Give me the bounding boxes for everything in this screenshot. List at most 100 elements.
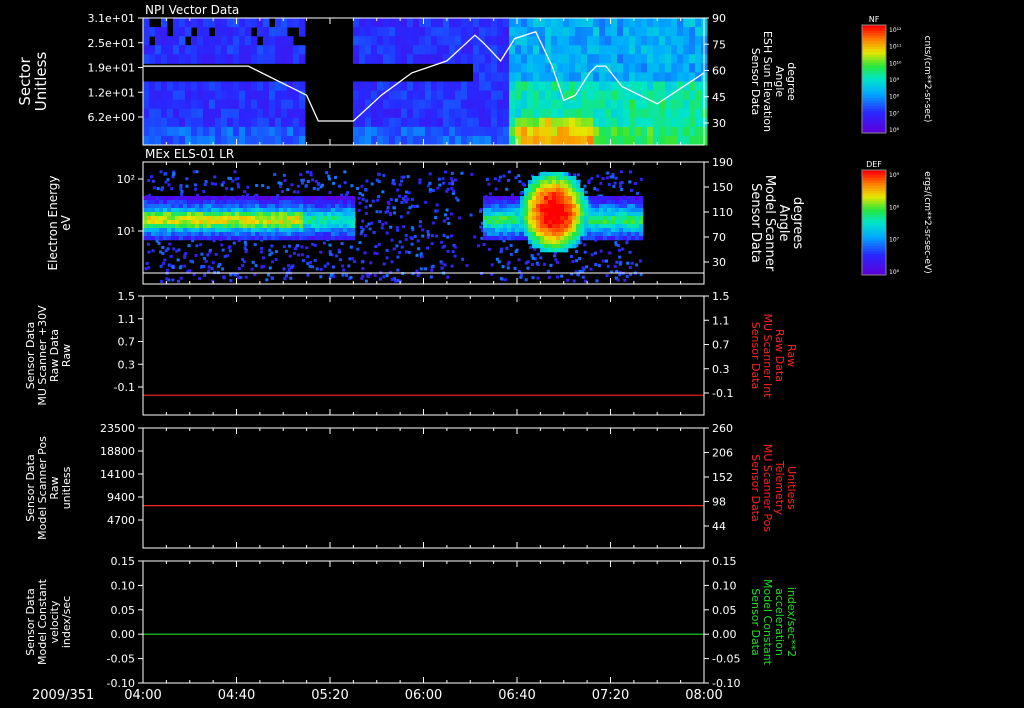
heatmap-cell	[269, 126, 276, 137]
heatmap-cell	[381, 222, 385, 226]
heatmap-cell	[322, 241, 326, 245]
heatmap-cell	[635, 204, 640, 209]
heatmap-cell	[179, 117, 186, 128]
heatmap-cell	[618, 255, 622, 259]
heatmap-cell	[443, 45, 450, 55]
heatmap-cell	[507, 196, 512, 201]
heatmap-cell	[179, 45, 186, 55]
heatmap-cell	[507, 224, 512, 229]
heatmap-cell	[653, 99, 660, 110]
heatmap-cell	[560, 180, 565, 185]
heatmap-cell	[351, 200, 356, 205]
heatmap-cell	[149, 175, 153, 179]
heatmap-cell	[587, 27, 594, 37]
heatmap-cell	[511, 228, 516, 233]
heatmap-cell	[568, 244, 573, 249]
heatmap-cell	[197, 90, 204, 101]
heatmap-cell	[605, 36, 612, 46]
heatmap-cell	[461, 99, 468, 110]
heatmap-cell	[540, 216, 545, 221]
heatmap-cell	[479, 63, 486, 73]
heatmap-cell	[689, 18, 696, 28]
panel-npi-plot-area	[143, 18, 708, 146]
heatmap-cell	[245, 18, 252, 28]
heatmap-cell	[208, 248, 212, 252]
heatmap-cell	[243, 196, 248, 201]
heatmap-cell	[677, 90, 684, 101]
heatmap-cell	[495, 228, 500, 233]
heatmap-cell	[619, 200, 624, 205]
heatmap-cell	[536, 196, 541, 201]
heatmap-cell	[520, 216, 525, 221]
heatmap-cell	[191, 216, 196, 221]
heatmap-cell	[449, 18, 456, 28]
heatmap-cell	[540, 236, 545, 241]
heatmap-cell	[572, 176, 577, 181]
heatmap-cell	[283, 204, 288, 209]
heatmap-cell	[491, 72, 498, 82]
heatmap-cell	[291, 236, 296, 241]
heatmap-cell	[389, 126, 396, 137]
heatmap-cell	[437, 117, 444, 128]
heatmap-cell	[635, 216, 640, 221]
heatmap-cell	[653, 90, 660, 101]
heatmap-cell	[191, 90, 198, 101]
heatmap-cell	[283, 208, 288, 213]
heatmap-cell	[151, 236, 156, 241]
heatmap-cell	[291, 224, 296, 229]
heatmap-cell	[536, 232, 541, 237]
heatmap-cell	[509, 244, 513, 248]
heatmap-cell	[607, 212, 612, 217]
heatmap-cell	[275, 212, 280, 217]
heatmap-cell	[527, 18, 534, 28]
heatmap-cell	[509, 108, 516, 119]
heatmap-cell	[271, 224, 276, 229]
heatmap-cell	[521, 126, 528, 137]
heatmap-cell	[413, 45, 420, 55]
heatmap-cell	[364, 188, 368, 192]
right-axis-label: ESH Sun Elevation	[761, 31, 774, 132]
heatmap-cell	[683, 54, 690, 64]
heatmap-cell	[513, 266, 517, 270]
heatmap-cell	[260, 265, 264, 269]
heatmap-cell	[167, 117, 174, 128]
heatmap-cell	[286, 188, 290, 192]
panel-els-plot-area	[143, 170, 704, 283]
heatmap-cell	[619, 181, 623, 185]
heatmap-cell	[291, 228, 296, 233]
heatmap-cell	[473, 117, 480, 128]
heatmap-cell	[339, 220, 344, 225]
heatmap-cell	[695, 27, 702, 37]
left-axis-label: eV	[59, 214, 73, 230]
heatmap-cell	[311, 228, 316, 233]
heatmap-cell	[267, 200, 272, 205]
heatmap-cell	[383, 18, 390, 28]
heatmap-cell	[155, 36, 162, 46]
heatmap-cell	[572, 204, 577, 209]
heatmap-cell	[564, 232, 569, 237]
left-tick-label: 0.00	[111, 628, 136, 641]
heatmap-cell	[223, 224, 228, 229]
heatmap-cell	[295, 220, 300, 225]
heatmap-cell	[271, 204, 276, 209]
heatmap-cell	[551, 27, 558, 37]
heatmap-cell	[576, 196, 581, 201]
heatmap-cell	[251, 236, 256, 241]
heatmap-cell	[299, 220, 304, 225]
heatmap-cell	[275, 204, 280, 209]
heatmap-cell	[396, 228, 400, 232]
heatmap-cell	[511, 196, 516, 201]
heatmap-cell	[487, 216, 492, 221]
heatmap-cell	[653, 18, 660, 28]
heatmap-cell	[572, 220, 577, 225]
heatmap-cell	[575, 249, 579, 253]
heatmap-cell	[183, 200, 188, 205]
heatmap-cell	[599, 181, 603, 185]
heatmap-cell	[595, 212, 600, 217]
colorbar-title: NF	[869, 15, 880, 24]
heatmap-cell	[171, 196, 176, 201]
heatmap-cell	[671, 81, 678, 92]
heatmap-cell	[387, 202, 391, 206]
left-tick-label: 6.2e+00	[88, 111, 135, 124]
heatmap-cell	[617, 99, 624, 110]
